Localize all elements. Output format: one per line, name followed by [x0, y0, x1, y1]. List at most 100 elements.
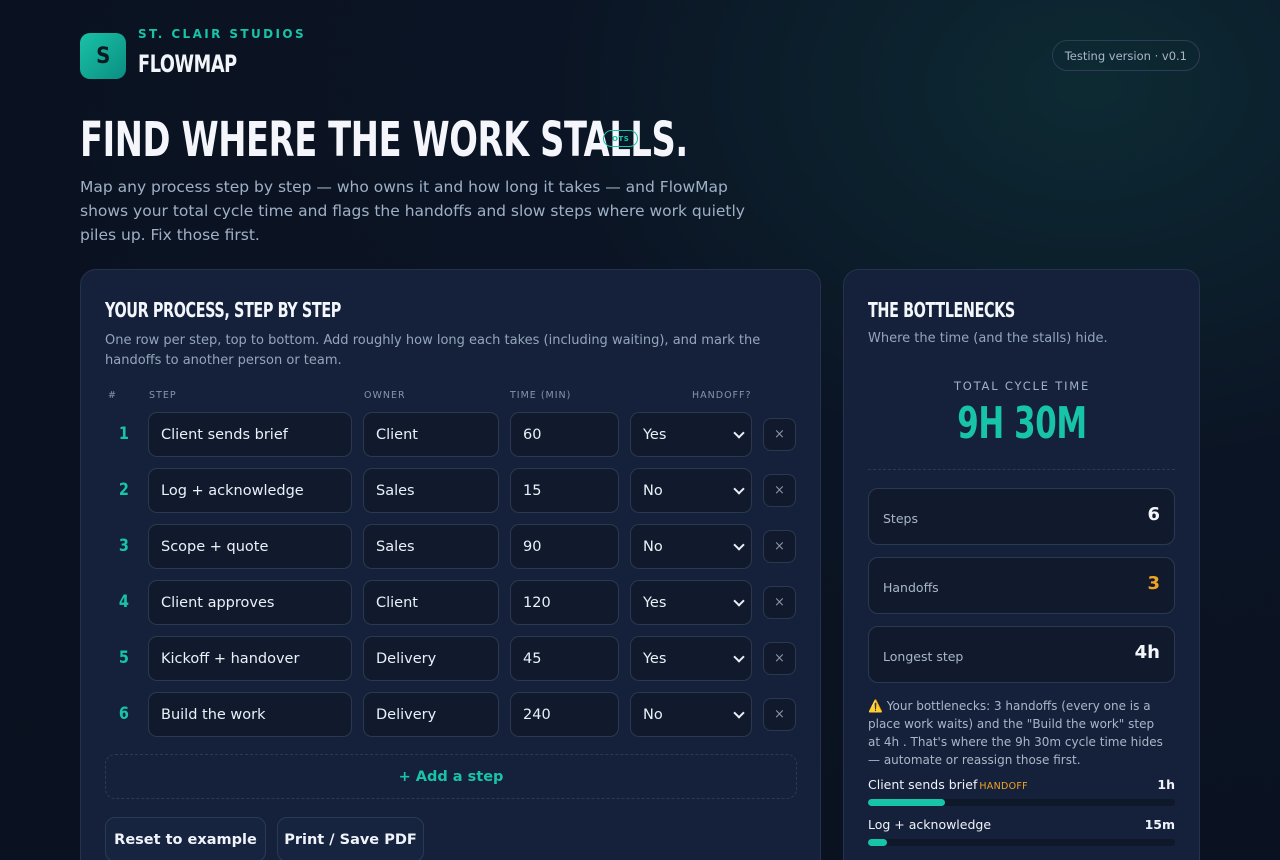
brand-name: FLOWMAP — [138, 50, 237, 78]
bottlenecks-description: Where the time (and the stalls) hide. — [868, 331, 1108, 346]
step-name-input[interactable]: Client approves — [148, 580, 352, 625]
handoff-select[interactable]: Yes — [630, 636, 752, 681]
chevron-down-icon — [733, 538, 745, 551]
delete-step-button[interactable]: × — [763, 586, 796, 619]
time-input[interactable]: 90 — [510, 524, 619, 569]
process-title: YOUR PROCESS, STEP BY STEP — [105, 298, 341, 322]
process-description: One row per step, top to bottom. Add rou… — [105, 333, 761, 368]
stat-value: 6 — [1147, 504, 1160, 525]
stat-value: 4h — [1134, 642, 1160, 663]
step-number: 5 — [118, 648, 129, 668]
handoff-value: Yes — [643, 650, 667, 667]
logo-badge: S — [80, 33, 126, 79]
brand-kicker: ST. CLAIR STUDIOS — [138, 27, 307, 41]
step-number: 2 — [118, 480, 129, 500]
page-subtitle: Map any process step by step — who owns … — [80, 178, 745, 244]
stat-label: Handoffs — [883, 580, 939, 595]
step-name-input[interactable]: Build the work — [148, 692, 352, 737]
process-row: 5 Kickoff + handover Delivery 45 Yes × — [105, 636, 797, 682]
bar-fill — [868, 839, 888, 846]
bar-step-label: Log + acknowledge — [868, 817, 992, 832]
bar-step-label: Client sends brief — [868, 777, 978, 792]
time-input[interactable]: 60 — [510, 412, 619, 457]
col-header-handoff: HANDOFF? — [692, 390, 752, 401]
stat-longest-step: Longest step 4h — [868, 626, 1175, 683]
process-row: 1 Client sends brief Client 60 Yes × — [105, 412, 797, 458]
bar-step-name: Log + acknowledge — [868, 817, 993, 832]
bar-step-name: Client sends brief HANDOFF — [868, 777, 1028, 792]
col-header-owner: OWNER — [364, 390, 406, 401]
delete-step-button[interactable]: × — [763, 418, 796, 451]
handoff-select[interactable]: No — [630, 692, 752, 737]
version-badge: Testing version · v0.1 — [1051, 40, 1200, 71]
bottleneck-summary: ⚠️ Your bottlenecks: 3 handoffs (every o… — [868, 697, 1168, 769]
stat-steps: Steps 6 — [868, 488, 1175, 545]
time-input[interactable]: 15 — [510, 468, 619, 513]
time-input[interactable]: 240 — [510, 692, 619, 737]
bar-fill — [868, 799, 945, 806]
owner-input[interactable]: Delivery — [363, 692, 499, 737]
chevron-down-icon — [733, 706, 745, 719]
handoff-value: No — [643, 538, 663, 555]
process-card: YOUR PROCESS, STEP BY STEP One row per s… — [80, 269, 821, 860]
reset-to-example-button[interactable]: Reset to example — [105, 817, 266, 860]
chevron-down-icon — [733, 426, 745, 439]
bottlenecks-card: THE BOTTLENECKS Where the time (and the … — [843, 269, 1200, 860]
step-number: 6 — [118, 704, 129, 724]
handoff-select[interactable]: Yes — [630, 412, 752, 457]
handoff-value: No — [643, 706, 663, 723]
stat-handoffs: Handoffs 3 — [868, 557, 1175, 614]
step-number: 1 — [118, 424, 129, 444]
owner-input[interactable]: Sales — [363, 524, 499, 569]
bar-step-time: 1h — [1157, 777, 1175, 792]
bar-track — [868, 799, 1175, 806]
handoff-value: Yes — [643, 594, 667, 611]
handoff-value: Yes — [643, 426, 667, 443]
handoff-value: No — [643, 482, 663, 499]
owner-input[interactable]: Delivery — [363, 636, 499, 681]
chevron-down-icon — [733, 482, 745, 495]
handoff-select[interactable]: No — [630, 524, 752, 569]
process-row: 4 Client approves Client 120 Yes × — [105, 580, 797, 626]
step-name-input[interactable]: Client sends brief — [148, 412, 352, 457]
delete-step-button[interactable]: × — [763, 698, 796, 731]
step-number: 4 — [118, 592, 129, 612]
title-tag-badge: OTS — [603, 130, 639, 147]
handoff-select[interactable]: No — [630, 468, 752, 513]
cycle-time-value: 9H 30M — [957, 398, 1087, 449]
bar-track — [868, 839, 1175, 846]
time-input[interactable]: 120 — [510, 580, 619, 625]
cycle-time-label: TOTAL CYCLE TIME — [953, 379, 1091, 393]
step-number: 3 — [118, 536, 129, 556]
owner-input[interactable]: Client — [363, 412, 499, 457]
stat-label: Steps — [883, 511, 918, 526]
col-header-num: # — [108, 390, 117, 401]
handoff-tag: HANDOFF — [979, 781, 1028, 792]
process-row: 6 Build the work Delivery 240 No × — [105, 692, 797, 738]
stat-label: Longest step — [883, 649, 964, 664]
bar-step-time: 15m — [1144, 817, 1175, 832]
print-save-pdf-button[interactable]: Print / Save PDF — [277, 817, 424, 860]
stat-value: 3 — [1147, 573, 1160, 594]
step-name-input[interactable]: Kickoff + handover — [148, 636, 352, 681]
chevron-down-icon — [733, 650, 745, 663]
col-header-time: TIME (MIN) — [510, 390, 572, 401]
owner-input[interactable]: Client — [363, 580, 499, 625]
process-row: 2 Log + acknowledge Sales 15 No × — [105, 468, 797, 514]
step-name-input[interactable]: Scope + quote — [148, 524, 352, 569]
chevron-down-icon — [733, 594, 745, 607]
delete-step-button[interactable]: × — [763, 474, 796, 507]
step-name-input[interactable]: Log + acknowledge — [148, 468, 352, 513]
delete-step-button[interactable]: × — [763, 642, 796, 675]
delete-step-button[interactable]: × — [763, 530, 796, 563]
bottlenecks-title: THE BOTTLENECKS — [868, 298, 1015, 322]
process-row: 3 Scope + quote Sales 90 No × — [105, 524, 797, 570]
handoff-select[interactable]: Yes — [630, 580, 752, 625]
page-title: FIND WHERE THE WORK STALLS. — [80, 112, 688, 168]
time-input[interactable]: 45 — [510, 636, 619, 681]
owner-input[interactable]: Sales — [363, 468, 499, 513]
divider — [868, 469, 1175, 470]
add-step-button[interactable]: + Add a step — [105, 754, 797, 799]
bottleneck-summary-text: Your bottlenecks: 3 handoffs (every one … — [868, 699, 1163, 767]
app-header: S ST. CLAIR STUDIOS FLOWMAP Testing vers… — [80, 27, 1200, 80]
